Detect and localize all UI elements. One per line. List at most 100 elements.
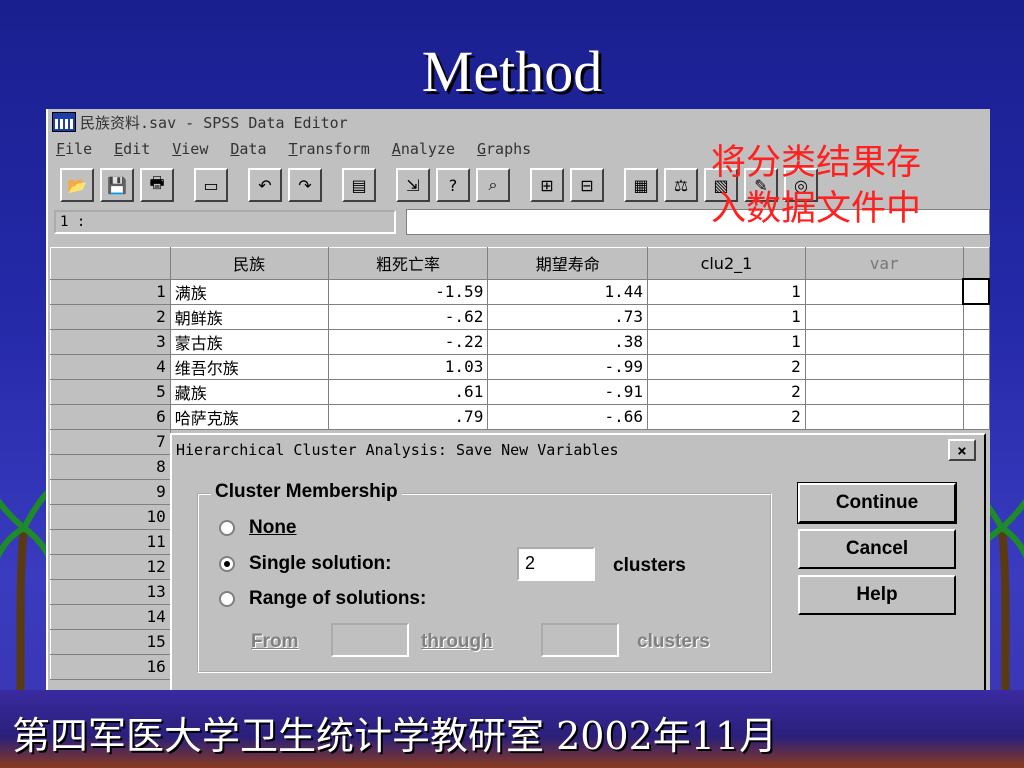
cell-clu2-1[interactable]: 2 <box>647 353 806 380</box>
split-file-button[interactable]: ▦ <box>624 168 658 202</box>
goto-chart-button[interactable]: ▤ <box>342 168 376 202</box>
menu-file[interactable]: File <box>56 140 92 158</box>
save-icon: 💾 <box>107 175 127 195</box>
cell-ethnicity[interactable]: 维吾尔族 <box>169 353 329 380</box>
menu-transform[interactable]: Transform <box>289 140 370 158</box>
radio-none[interactable] <box>219 520 235 536</box>
radio-range-of-solutions[interactable] <box>219 591 235 607</box>
row-number[interactable]: 14 <box>50 603 171 630</box>
single-solution-input[interactable]: 2 <box>517 547 595 581</box>
save-button[interactable]: 💾 <box>100 168 134 202</box>
cell-var[interactable] <box>804 303 964 330</box>
undo-button[interactable]: ↶ <box>248 168 282 202</box>
menu-analyze[interactable]: Analyze <box>392 140 455 158</box>
close-button[interactable]: × <box>948 439 976 461</box>
row-number[interactable]: 1 <box>50 278 171 305</box>
row-number[interactable]: 15 <box>50 628 171 655</box>
print-button[interactable]: 🖶 <box>140 168 174 202</box>
cell-ethnicity[interactable]: 朝鲜族 <box>169 303 329 330</box>
insert-variable-button[interactable]: ⊟ <box>570 168 604 202</box>
column-header[interactable]: clu2_1 <box>647 247 806 280</box>
range-unit-wrap: clusters <box>637 631 710 653</box>
row-number[interactable]: 10 <box>50 503 171 530</box>
cell-life-expectancy[interactable]: 1.44 <box>487 278 649 305</box>
row-number[interactable]: 5 <box>50 378 171 405</box>
continue-button[interactable]: Continue <box>797 482 957 524</box>
row-number[interactable]: 13 <box>50 578 171 605</box>
column-header-var[interactable]: var <box>804 247 964 280</box>
open-folder-button[interactable]: 📂 <box>60 168 94 202</box>
row-number[interactable]: 7 <box>50 428 171 455</box>
close-icon: × <box>957 440 967 460</box>
insert-variable-icon: ⊟ <box>580 175 594 195</box>
menu-data[interactable]: Data <box>230 140 266 158</box>
row-number[interactable]: 3 <box>50 328 171 355</box>
cell-var[interactable] <box>804 353 964 380</box>
row-number[interactable]: 4 <box>50 353 171 380</box>
cell-life-expectancy[interactable]: .38 <box>487 328 649 355</box>
find-button[interactable]: ⌕ <box>476 168 510 202</box>
cancel-button[interactable]: Cancel <box>798 529 956 569</box>
option-single[interactable]: Single solution: <box>219 553 392 575</box>
cell-life-expectancy[interactable]: -.66 <box>487 403 649 430</box>
cell-clu2-1[interactable]: 1 <box>647 303 806 330</box>
redo-button[interactable]: ↷ <box>288 168 322 202</box>
cell-life-expectancy[interactable]: .73 <box>487 303 649 330</box>
table-row: 6 哈萨克族 .79 -.66 2 <box>50 403 990 430</box>
column-header-empty[interactable] <box>962 247 990 280</box>
column-header[interactable]: 粗死亡率 <box>327 247 489 280</box>
row-number[interactable]: 8 <box>50 453 171 480</box>
cell-var[interactable] <box>804 278 964 305</box>
cell-clu2-1[interactable]: 1 <box>647 328 806 355</box>
window-titlebar[interactable]: 民族资料.sav - SPSS Data Editor <box>48 109 990 135</box>
cell-crude-death-rate[interactable]: .79 <box>327 403 489 430</box>
cell-clu2-1[interactable]: 2 <box>647 378 806 405</box>
cell-empty[interactable] <box>962 378 990 405</box>
goto-case-button[interactable]: ⇲ <box>396 168 430 202</box>
cell-empty[interactable] <box>962 328 990 355</box>
variables-button[interactable]: ? <box>436 168 470 202</box>
dialog-recall-button[interactable]: ▭ <box>194 168 228 202</box>
menu-graphs[interactable]: Graphs <box>477 140 531 158</box>
range-from-input[interactable] <box>331 623 409 657</box>
radio-single-solution[interactable] <box>219 556 235 572</box>
cell-ethnicity[interactable]: 满族 <box>169 278 329 305</box>
cell-life-expectancy[interactable]: -.91 <box>487 378 649 405</box>
cell-var[interactable] <box>804 378 964 405</box>
dialog-titlebar[interactable]: Hierarchical Cluster Analysis: Save New … <box>172 435 984 465</box>
column-header[interactable]: 期望寿命 <box>487 247 649 280</box>
help-button[interactable]: Help <box>798 575 956 615</box>
column-header[interactable]: 民族 <box>169 247 329 280</box>
cell-var[interactable] <box>804 403 964 430</box>
cell-crude-death-rate[interactable]: -1.59 <box>327 278 489 305</box>
cell-crude-death-rate[interactable]: -.62 <box>327 303 489 330</box>
cell-ethnicity[interactable]: 蒙古族 <box>169 328 329 355</box>
range-through-input[interactable] <box>541 623 619 657</box>
cell-life-expectancy[interactable]: -.99 <box>487 353 649 380</box>
option-range[interactable]: Range of solutions: <box>219 588 426 610</box>
row-number[interactable]: 16 <box>50 653 171 680</box>
cell-crude-death-rate[interactable]: .61 <box>327 378 489 405</box>
cell-crude-death-rate[interactable]: 1.03 <box>327 353 489 380</box>
menu-view[interactable]: View <box>172 140 208 158</box>
cell-clu2-1[interactable]: 2 <box>647 403 806 430</box>
insert-case-button[interactable]: ⊞ <box>530 168 564 202</box>
goto-chart-icon: ▤ <box>351 175 367 195</box>
cell-empty[interactable] <box>962 353 990 380</box>
row-number[interactable]: 2 <box>50 303 171 330</box>
cell-crude-death-rate[interactable]: -.22 <box>327 328 489 355</box>
cell-empty[interactable] <box>962 278 990 305</box>
row-number[interactable]: 11 <box>50 528 171 555</box>
cell-empty[interactable] <box>962 303 990 330</box>
row-number[interactable]: 9 <box>50 478 171 505</box>
cell-clu2-1[interactable]: 1 <box>647 278 806 305</box>
menu-edit[interactable]: Edit <box>114 140 150 158</box>
cell-ethnicity[interactable]: 藏族 <box>169 378 329 405</box>
row-number[interactable]: 12 <box>50 553 171 580</box>
cell-empty[interactable] <box>962 403 990 430</box>
corner-cell[interactable] <box>50 247 171 280</box>
option-none[interactable]: None <box>219 517 297 539</box>
cell-ethnicity[interactable]: 哈萨克族 <box>169 403 329 430</box>
row-number[interactable]: 6 <box>50 403 171 430</box>
cell-var[interactable] <box>804 328 964 355</box>
